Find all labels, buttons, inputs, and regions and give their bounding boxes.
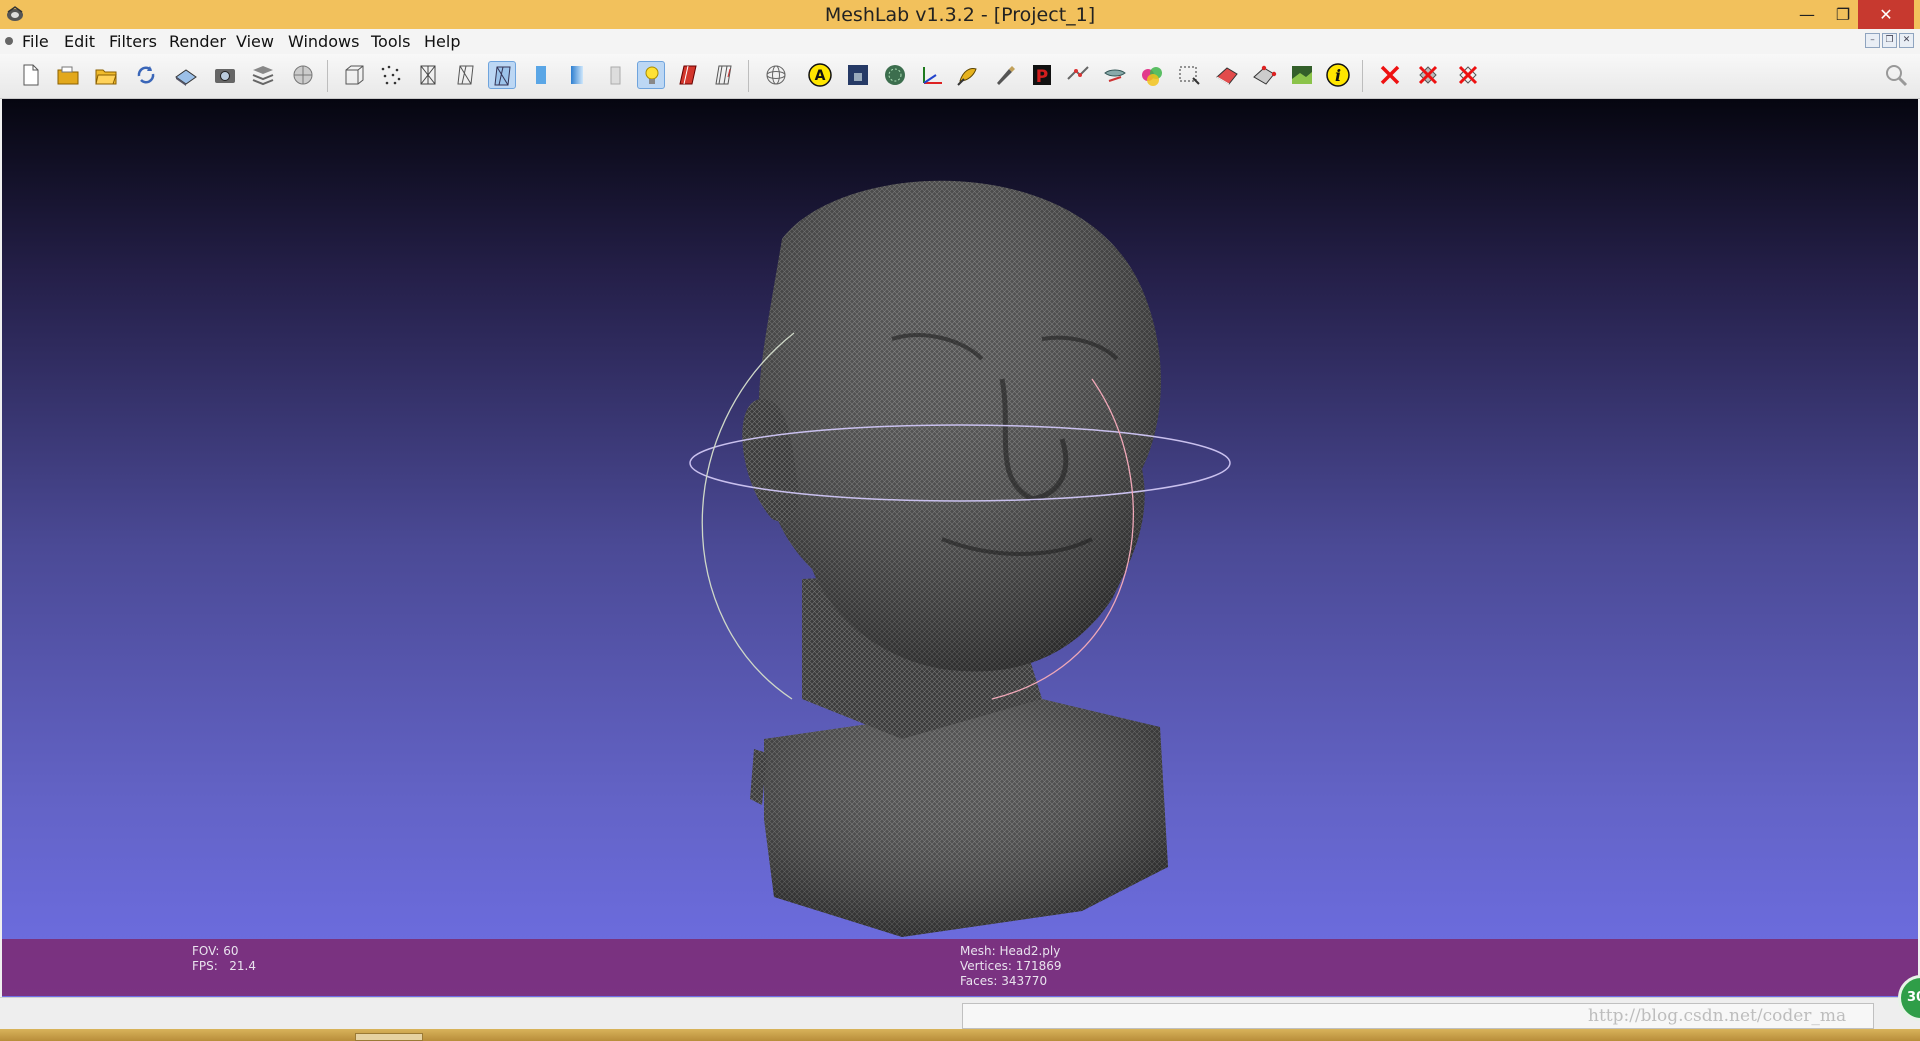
paint-icon[interactable]	[991, 61, 1019, 89]
svg-text:i: i	[1335, 66, 1341, 85]
align-icon[interactable]	[881, 61, 909, 89]
toolbar-separator	[327, 60, 328, 92]
double-side-icon[interactable]	[710, 61, 738, 89]
menu-filters[interactable]: Filters	[109, 32, 157, 51]
delete-selection-icon[interactable]	[1376, 61, 1404, 89]
select-faces-icon[interactable]	[1213, 61, 1241, 89]
taskbar-item[interactable]	[355, 1033, 423, 1041]
texture-icon[interactable]	[601, 61, 629, 89]
mesh-name-readout: Mesh: Head2.ply	[960, 944, 1061, 958]
close-button[interactable]: ✕	[1858, 0, 1914, 29]
vertices-readout: Vertices: 171869	[960, 959, 1062, 973]
wireframe-icon[interactable]	[414, 61, 442, 89]
svg-text:P: P	[1036, 67, 1048, 87]
search-icon[interactable]	[1882, 61, 1910, 89]
menu-windows[interactable]: Windows	[288, 32, 359, 51]
menu-help[interactable]: Help	[424, 32, 460, 51]
smooth-icon[interactable]	[563, 61, 591, 89]
snapshot-icon[interactable]	[211, 61, 239, 89]
export-icon[interactable]	[172, 61, 200, 89]
light-icon[interactable]	[637, 61, 665, 89]
select-edit-icon[interactable]	[1064, 61, 1092, 89]
main-toolbar: A P i	[0, 54, 1920, 99]
flat-icon[interactable]	[527, 61, 555, 89]
flat-lines-icon[interactable]	[488, 61, 516, 89]
document-icon	[5, 37, 13, 45]
annotation-icon[interactable]: A	[806, 61, 834, 89]
watermark-text: http://blog.csdn.net/coder_ma	[1588, 1006, 1847, 1026]
faces-readout: Faces: 343770	[960, 974, 1048, 988]
select-vertices-icon[interactable]	[1250, 61, 1278, 89]
minimize-icon: —	[1799, 5, 1815, 24]
color-shader-icon[interactable]	[844, 61, 872, 89]
restore-icon: ❐	[1835, 5, 1851, 24]
select-rect-icon[interactable]	[1175, 61, 1203, 89]
mdi-controls: – ❐ ✕	[1865, 33, 1914, 48]
os-taskbar	[0, 1029, 1920, 1041]
measure-icon[interactable]	[918, 61, 946, 89]
delete-faces-icon[interactable]	[1414, 61, 1442, 89]
svg-text:A: A	[815, 68, 826, 84]
mdi-close-button[interactable]: ✕	[1899, 33, 1914, 48]
raster-align-icon[interactable]	[1288, 61, 1316, 89]
new-document-icon[interactable]	[16, 61, 44, 89]
trackball-icon[interactable]	[762, 61, 790, 89]
point-picker-icon[interactable]: P	[1028, 61, 1056, 89]
toolbar-separator	[748, 60, 749, 92]
menu-file[interactable]: File	[22, 32, 49, 51]
color-icon[interactable]	[1138, 61, 1166, 89]
manipulator-icon[interactable]	[1101, 61, 1129, 89]
menu-render[interactable]: Render	[169, 32, 226, 51]
mesh-head-model	[689, 180, 1231, 937]
import-mesh-icon[interactable]	[92, 61, 120, 89]
window-title: MeshLab v1.3.2 - [Project_1]	[824, 4, 1096, 26]
render-viewport[interactable]	[2, 99, 1918, 997]
open-project-icon[interactable]	[54, 61, 82, 89]
title-bar: MeshLab v1.3.2 - [Project_1] — ❐ ✕	[0, 0, 1920, 29]
layers-icon[interactable]	[249, 61, 277, 89]
close-icon: ✕	[1879, 5, 1893, 24]
mdi-minimize-button[interactable]: –	[1865, 33, 1880, 48]
fps-readout: FPS: 21.4	[192, 959, 256, 973]
menu-view[interactable]: View	[236, 32, 274, 51]
bounding-box-icon[interactable]	[340, 61, 368, 89]
delete-vertices-icon[interactable]	[1454, 61, 1482, 89]
back-face-icon[interactable]	[674, 61, 702, 89]
points-icon[interactable]	[377, 61, 405, 89]
info-overlay: FOV: 60 FPS: 21.4 Mesh: Head2.ply Vertic…	[2, 939, 1918, 996]
reload-icon[interactable]	[132, 61, 160, 89]
pick-points-icon[interactable]	[954, 61, 982, 89]
menu-bar: File Edit Filters Render View Windows To…	[0, 29, 1920, 54]
hidden-lines-icon[interactable]	[452, 61, 480, 89]
info-icon[interactable]: i	[1324, 61, 1352, 89]
menu-tools[interactable]: Tools	[371, 32, 410, 51]
fov-readout: FOV: 60	[192, 944, 239, 958]
toolbar-separator	[1362, 60, 1363, 92]
menu-edit[interactable]: Edit	[64, 32, 95, 51]
mdi-restore-button[interactable]: ❐	[1882, 33, 1897, 48]
raster-icon[interactable]	[289, 61, 317, 89]
